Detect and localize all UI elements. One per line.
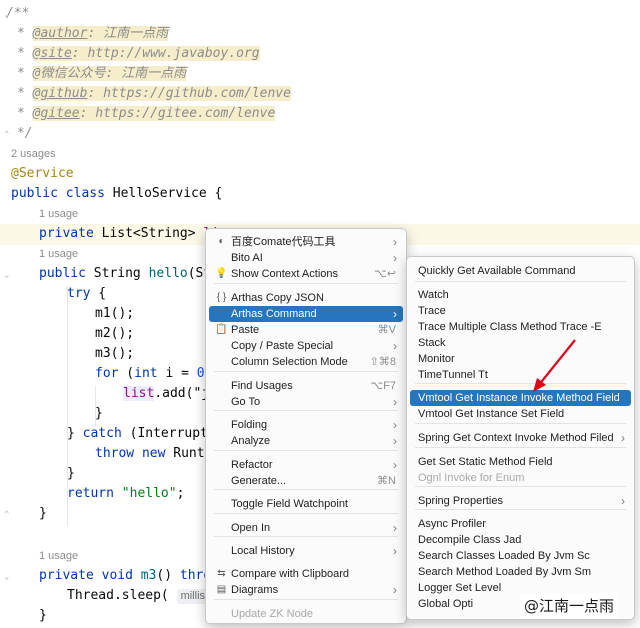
red-arrow-annotation [533,339,576,392]
watermark: @江南一点雨 [520,593,619,618]
